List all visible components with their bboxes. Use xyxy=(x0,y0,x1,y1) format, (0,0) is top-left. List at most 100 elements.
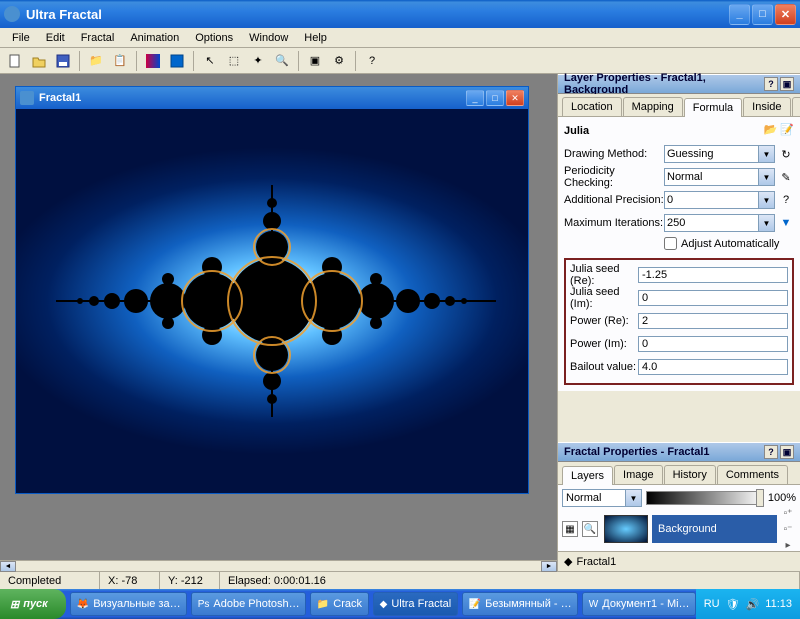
task-item[interactable]: PsAdobe Photosh… xyxy=(191,592,306,616)
periodicity-select[interactable]: Normal▼ xyxy=(664,168,775,186)
layer-editable-toggle[interactable]: 🔍 xyxy=(582,521,598,537)
scroll-left-button[interactable]: ◄ xyxy=(0,561,16,572)
footer-icon: ◆ xyxy=(564,555,572,568)
fractal-props-title[interactable]: Fractal Properties - Fractal1 ? ▣ xyxy=(558,442,800,462)
menu-layer-button[interactable]: ▸ xyxy=(780,538,796,552)
fractal-window: Fractal1 _ □ ✕ xyxy=(15,86,529,494)
edit-formula-icon[interactable]: 📝 xyxy=(780,123,794,136)
remove-layer-button[interactable]: ▫⁻ xyxy=(780,522,796,536)
menu-options[interactable]: Options xyxy=(187,30,241,46)
precision-select[interactable]: 0▼ xyxy=(664,191,775,209)
toolbar: 📁 📋 ↖ ⬚ ✦ 🔍 ▣ ⚙ ? xyxy=(0,48,800,74)
layer-visible-toggle[interactable]: ▦ xyxy=(562,521,578,537)
adjust-auto-label: Adjust Automatically xyxy=(681,238,779,250)
browse-formula-icon[interactable]: 📂 xyxy=(764,123,778,136)
browse-button[interactable]: 📁 xyxy=(85,50,107,72)
panel-help-button[interactable]: ? xyxy=(764,77,778,91)
task-item-active[interactable]: ◆Ultra Fractal xyxy=(373,592,458,616)
tab-image[interactable]: Image xyxy=(614,465,663,484)
maxiter-label: Maximum Iterations: xyxy=(564,217,664,229)
color-button[interactable] xyxy=(166,50,188,72)
gradient-button[interactable] xyxy=(142,50,164,72)
gear-button[interactable]: ⚙ xyxy=(328,50,350,72)
fw-close-button[interactable]: ✕ xyxy=(506,90,524,106)
formula-name: Julia xyxy=(564,123,794,143)
copy-button[interactable]: 📋 xyxy=(109,50,131,72)
fp-help-button[interactable]: ? xyxy=(764,445,778,459)
edit-icon[interactable]: ✎ xyxy=(778,169,794,185)
bailout-input[interactable] xyxy=(638,359,788,375)
status-y: Y: -212 xyxy=(160,572,220,589)
switch-button[interactable]: ✦ xyxy=(247,50,269,72)
fw-maximize-button[interactable]: □ xyxy=(486,90,504,106)
minimize-button[interactable]: _ xyxy=(729,4,750,25)
open-button[interactable] xyxy=(28,50,50,72)
adjust-auto-checkbox[interactable] xyxy=(664,237,677,250)
drawing-method-label: Drawing Method: xyxy=(564,148,664,160)
menu-help[interactable]: Help xyxy=(296,30,335,46)
menu-edit[interactable]: Edit xyxy=(38,30,73,46)
task-item[interactable]: 📝Безымянный - … xyxy=(462,592,578,616)
add-layer-button[interactable]: ▫⁺ xyxy=(780,506,796,520)
fp-collapse-button[interactable]: ▣ xyxy=(780,445,794,459)
fractal-canvas[interactable] xyxy=(16,109,528,493)
task-item[interactable]: 📁Crack xyxy=(310,592,369,616)
render-button[interactable]: ▣ xyxy=(304,50,326,72)
task-item[interactable]: 🦊Визуальные за… xyxy=(70,592,187,616)
power-im-input[interactable] xyxy=(638,336,788,352)
precision-label: Additional Precision: xyxy=(564,194,664,206)
tray-icon[interactable]: 🔊 xyxy=(746,598,760,611)
task-item[interactable]: WДокумент1 - Mi… xyxy=(582,592,696,616)
blend-mode-select[interactable]: Normal▼ xyxy=(562,489,642,507)
close-button[interactable]: ✕ xyxy=(775,4,796,25)
menu-window[interactable]: Window xyxy=(241,30,296,46)
select-button[interactable]: ⬚ xyxy=(223,50,245,72)
scroll-right-button[interactable]: ► xyxy=(541,561,557,572)
tab-comments[interactable]: Comments xyxy=(717,465,788,484)
fw-minimize-button[interactable]: _ xyxy=(466,90,484,106)
menu-fractal[interactable]: Fractal xyxy=(73,30,123,46)
layer-thumbnail[interactable] xyxy=(604,515,648,543)
save-button[interactable] xyxy=(52,50,74,72)
tab-outside[interactable]: Outside xyxy=(792,97,800,116)
layer-name[interactable]: Background xyxy=(652,515,777,543)
maximize-button[interactable]: □ xyxy=(752,4,773,25)
app-title: Ultra Fractal xyxy=(26,7,729,22)
app-icon xyxy=(4,6,20,22)
julia-seed-im-input[interactable] xyxy=(638,290,788,306)
tab-location[interactable]: Location xyxy=(562,97,622,116)
workspace-hscroll[interactable]: ◄ ► xyxy=(0,560,557,571)
panel-collapse-button[interactable]: ▣ xyxy=(780,77,794,91)
status-x: X: -78 xyxy=(100,572,160,589)
drawing-method-select[interactable]: Guessing▼ xyxy=(664,145,775,163)
pointer-button[interactable]: ↖ xyxy=(199,50,221,72)
tab-formula[interactable]: Formula xyxy=(684,98,742,117)
fractal-window-title: Fractal1 xyxy=(39,92,464,104)
zoom-button[interactable]: 🔍 xyxy=(271,50,293,72)
tab-history[interactable]: History xyxy=(664,465,716,484)
start-button[interactable]: ⊞пуск xyxy=(0,589,66,619)
precision-help-icon[interactable]: ? xyxy=(778,192,794,208)
power-re-input[interactable] xyxy=(638,313,788,329)
menu-animation[interactable]: Animation xyxy=(122,30,187,46)
opacity-value: 100% xyxy=(768,492,796,504)
new-button[interactable] xyxy=(4,50,26,72)
menu-file[interactable]: File xyxy=(4,30,38,46)
tray-icon[interactable]: 🛡 xyxy=(726,598,740,611)
fractal-window-titlebar[interactable]: Fractal1 _ □ ✕ xyxy=(16,87,528,109)
tab-mapping[interactable]: Mapping xyxy=(623,97,683,116)
system-tray[interactable]: RU 🛡 🔊 11:13 xyxy=(696,589,800,619)
fractal-props-tabs: Layers Image History Comments xyxy=(558,462,800,485)
layer-props-tabs: Location Mapping Formula Inside Outside xyxy=(558,94,800,117)
workspace: Fractal1 _ □ ✕ xyxy=(0,74,557,571)
reload-icon[interactable]: ↻ xyxy=(778,146,794,162)
julia-seed-re-input[interactable] xyxy=(638,267,788,283)
opacity-slider[interactable] xyxy=(646,491,764,505)
help-button[interactable]: ? xyxy=(361,50,383,72)
expand-icon[interactable]: ▼ xyxy=(778,215,794,231)
maxiter-select[interactable]: 250▼ xyxy=(664,214,775,232)
app-titlebar: Ultra Fractal _ □ ✕ xyxy=(0,0,800,28)
layer-props-title[interactable]: Layer Properties - Fractal1, Background … xyxy=(558,74,800,94)
tab-inside[interactable]: Inside xyxy=(743,97,790,116)
tab-layers[interactable]: Layers xyxy=(562,466,613,485)
